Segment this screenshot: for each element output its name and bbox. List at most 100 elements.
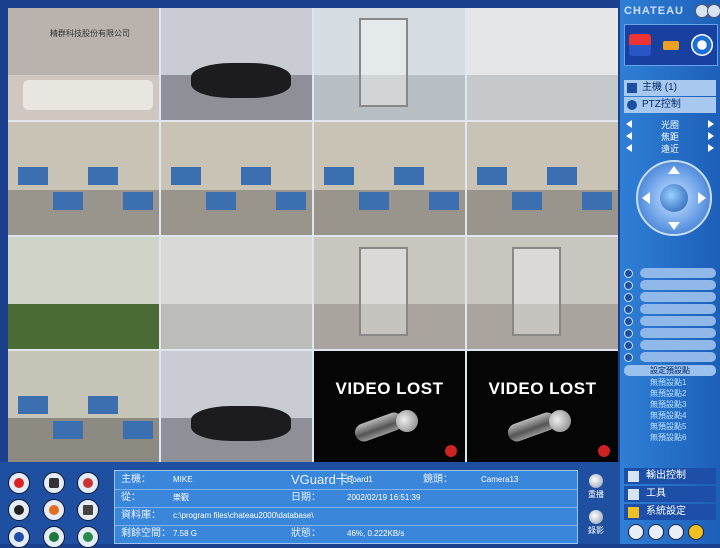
preset-radio[interactable] [624, 281, 633, 290]
preset-list-item[interactable]: 無預設點2 [624, 388, 716, 399]
round-button-1[interactable] [628, 524, 644, 540]
camera-feed [161, 8, 312, 121]
preset-radio[interactable] [624, 305, 633, 314]
right-sidebar: CHATEAU 主機 (1) PTZ控制 光圈 焦距 遠近 設定預設點 無預設點1 無… [620, 0, 720, 544]
brand-label: CHATEAU [624, 5, 684, 17]
from-label: 從： [121, 492, 141, 503]
alarm-button[interactable] [77, 472, 100, 494]
decrease-arrow-icon[interactable] [626, 144, 632, 152]
ptz-menu-item[interactable]: PTZ控制 [624, 97, 716, 113]
preset-button[interactable] [640, 328, 716, 338]
increase-arrow-icon[interactable] [707, 144, 714, 152]
round-button-4[interactable] [688, 524, 704, 540]
record-video-icon [589, 510, 603, 524]
pan-up-arrow[interactable] [668, 166, 680, 174]
preset-button-row [624, 352, 716, 362]
increase-arrow-icon[interactable] [707, 132, 714, 140]
camera-icon[interactable] [659, 34, 682, 56]
preset-button[interactable] [640, 304, 716, 314]
camera-tile[interactable]: 精群科技股份有限公司 [8, 8, 159, 121]
brand-logo-icon [445, 445, 457, 457]
playback-buttons: 重播 錄影 [580, 472, 612, 546]
preset-button-row [624, 328, 716, 338]
decrease-arrow-icon[interactable] [626, 120, 632, 128]
camera-tile[interactable] [161, 122, 312, 235]
system-settings-menu[interactable]: 系統設定 [624, 504, 716, 520]
pause-button[interactable] [8, 499, 30, 521]
ptz-menu-label: PTZ控制 [642, 99, 681, 110]
network-icon[interactable] [690, 34, 713, 56]
camera-tile[interactable]: VIDEO LOST [314, 350, 465, 463]
system-settings-label: 系統設定 [646, 506, 686, 517]
record-button[interactable] [8, 472, 30, 494]
tools-menu[interactable]: 工具 [624, 486, 716, 502]
pan-down-arrow[interactable] [668, 222, 680, 230]
stop-button[interactable] [42, 472, 65, 494]
camera-tile[interactable]: VIDEO LOST [467, 350, 618, 463]
camera-tile[interactable] [314, 236, 465, 349]
close-button[interactable] [707, 4, 720, 18]
host-menu-item[interactable]: 主機 (1) [624, 80, 716, 96]
preset-radio[interactable] [624, 353, 633, 362]
preset-button[interactable] [640, 292, 716, 302]
network-button[interactable] [77, 526, 100, 548]
joystick-center[interactable] [660, 184, 688, 212]
lens-value: Camera13 [481, 475, 519, 484]
camera-tile[interactable] [314, 8, 465, 121]
record-status-icon[interactable] [629, 34, 652, 56]
decrease-arrow-icon[interactable] [626, 132, 632, 140]
layout-button[interactable] [8, 526, 30, 548]
round-button-3[interactable] [668, 524, 684, 540]
record-video-button[interactable]: 錄影 [580, 510, 612, 542]
increase-arrow-icon[interactable] [707, 120, 714, 128]
preset-list-item[interactable]: 無預設點6 [624, 432, 716, 443]
preset-radio[interactable] [624, 269, 633, 278]
tool-icon-bar [624, 24, 718, 66]
host-value: MIKE [173, 475, 193, 484]
document-button[interactable] [77, 499, 100, 521]
camera-tile[interactable] [8, 350, 159, 463]
replay-button[interactable]: 重播 [580, 474, 612, 506]
pan-right-arrow[interactable] [698, 192, 706, 204]
snapshot-button[interactable] [42, 499, 65, 521]
pan-left-arrow[interactable] [642, 192, 650, 204]
output-control-menu[interactable]: 輸出控制 [624, 468, 716, 484]
camera-tile[interactable] [467, 8, 618, 121]
record-video-label: 錄影 [588, 526, 604, 535]
preset-button-row [624, 292, 716, 302]
camera-feed [467, 122, 618, 235]
preset-list-item[interactable]: 無預設點1 [624, 377, 716, 388]
camera-tile[interactable] [467, 236, 618, 349]
round-button-2[interactable] [648, 524, 664, 540]
camera-tile[interactable] [161, 350, 312, 463]
preset-button[interactable] [640, 268, 716, 278]
date-label: 日期： [291, 492, 321, 503]
camera-tile[interactable] [467, 122, 618, 235]
preset-button[interactable] [640, 352, 716, 362]
preset-radio[interactable] [624, 293, 633, 302]
preset-button[interactable] [640, 316, 716, 326]
camera-tile[interactable] [161, 236, 312, 349]
database-label: 資料庫： [121, 510, 161, 521]
ptz-controls: 光圈 焦距 遠近 [626, 118, 714, 154]
preset-list-item[interactable]: 無預設點5 [624, 421, 716, 432]
card-value: Board1 [347, 475, 373, 484]
preset-list-item[interactable]: 無預設點3 [624, 399, 716, 410]
camera-tile[interactable] [8, 236, 159, 349]
preset-radio[interactable] [624, 317, 633, 326]
preset-button[interactable] [640, 340, 716, 350]
preset-button[interactable] [640, 280, 716, 290]
camera-feed [8, 350, 159, 463]
camera-tile[interactable] [161, 8, 312, 121]
set-preset-button[interactable]: 設定預設點 [624, 365, 716, 376]
ptz-joystick[interactable] [636, 160, 712, 236]
camera-feed [161, 236, 312, 349]
camera-tile[interactable] [8, 122, 159, 235]
company-logo-text: 精群科技股份有限公司 [50, 29, 130, 38]
preset-list-item[interactable]: 無預設點4 [624, 410, 716, 421]
preset-radio[interactable] [624, 329, 633, 338]
search-button[interactable] [42, 526, 65, 548]
preset-radio[interactable] [624, 341, 633, 350]
camera-feed [8, 122, 159, 235]
camera-tile[interactable] [314, 122, 465, 235]
